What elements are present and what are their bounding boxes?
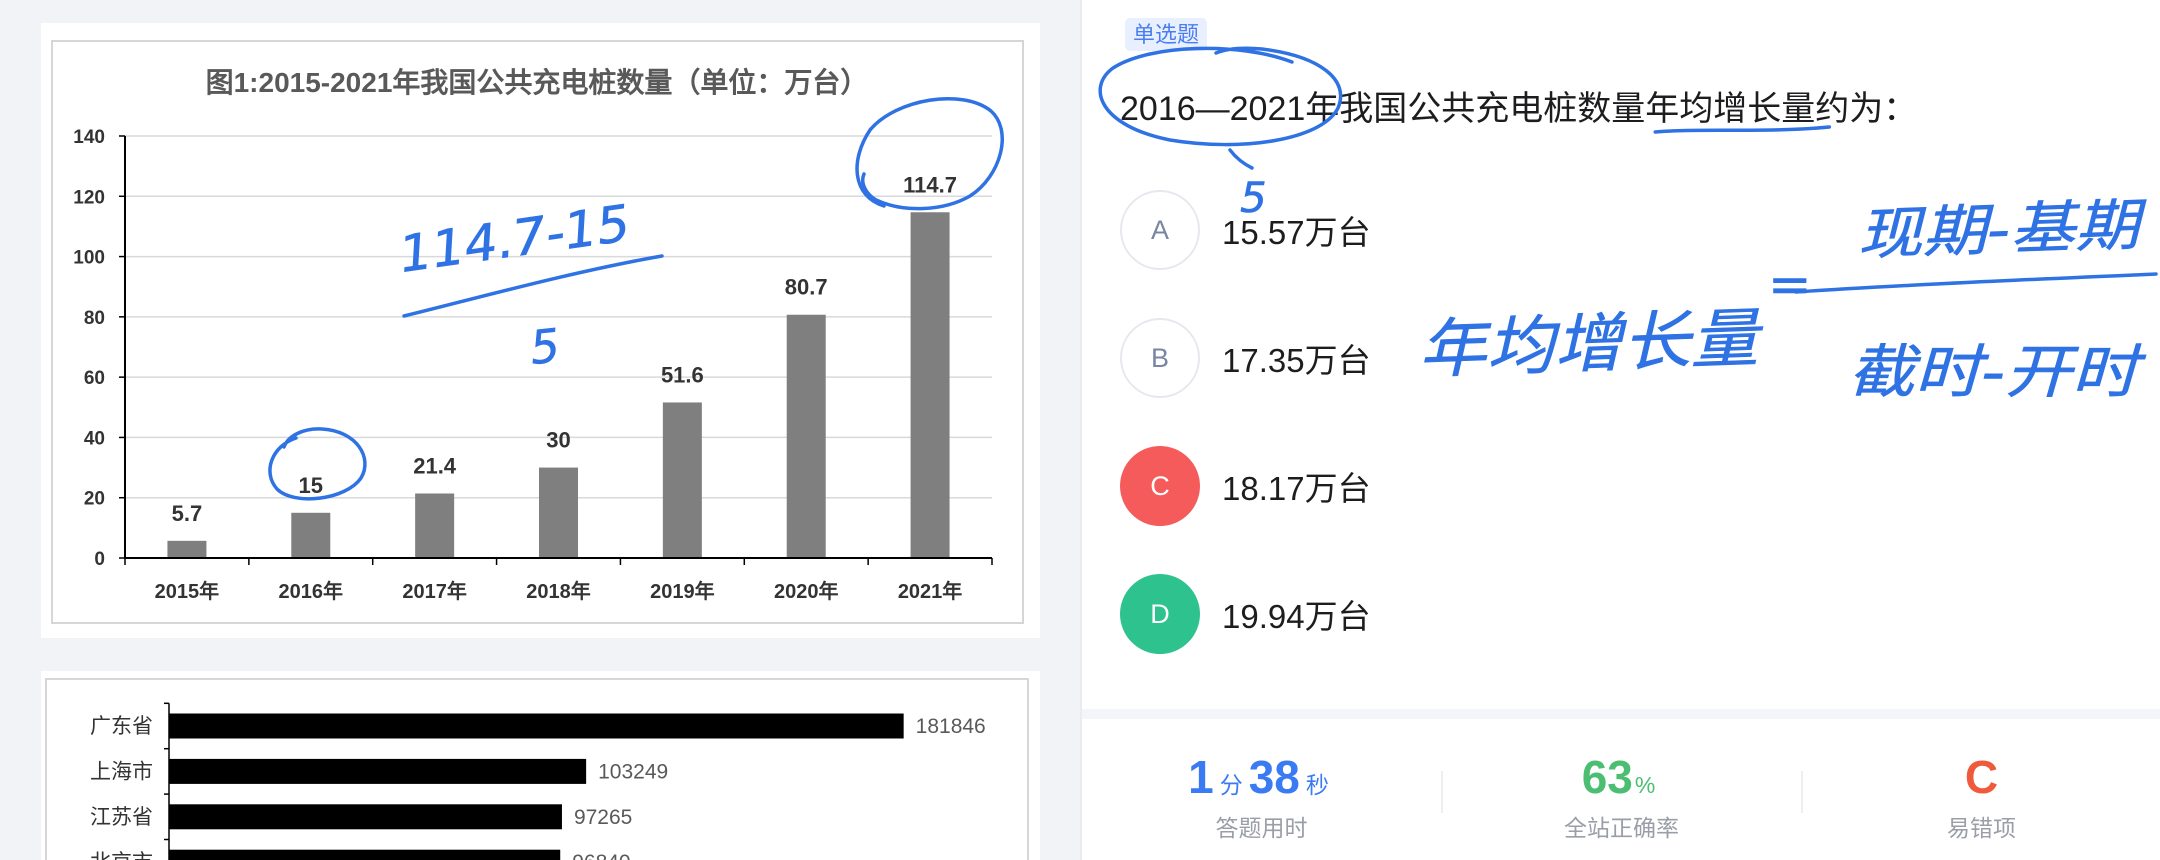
option-d-text[interactable]: 19.94万台 <box>1222 590 1371 638</box>
stat-answer-time: 1 分 38 秒 答题用时 <box>1082 740 1441 860</box>
bar <box>539 467 578 558</box>
time-seconds-unit: 秒 <box>1305 772 1329 798</box>
question-panel: 单选题 2016—2021年我国公共充电桩数量年均增长量约为： A 15.57万… <box>1080 0 2160 860</box>
bar-value-label: 21.4 <box>413 453 457 478</box>
option-c[interactable]: C 18.17万台 <box>1120 446 1371 526</box>
option-d[interactable]: D 19.94万台 <box>1120 574 1371 654</box>
section-divider <box>1082 709 2160 719</box>
figure1-frame: 图1:2015-2021年我国公共充电桩数量（单位：万台） 0 20 40 60 80 1… <box>51 40 1024 624</box>
y-tick-label: 20 <box>84 489 105 510</box>
bar <box>786 314 826 558</box>
option-a-text[interactable]: 15.57万台 <box>1222 206 1371 254</box>
bar <box>169 804 562 830</box>
stat-answer-time-label: 答题用时 <box>1215 815 1308 841</box>
option-b-circle[interactable]: B <box>1120 318 1200 398</box>
figure1-bar-chart: 图1:2015-2021年我国公共充电桩数量（单位：万台） 0 20 40 60 80 1… <box>73 66 993 603</box>
y-category-label: 广东省 <box>90 715 153 738</box>
x-category-label: 2021年 <box>898 579 963 603</box>
y-tick-label: 80 <box>84 308 105 329</box>
bar <box>167 540 207 558</box>
y-tick-label: 140 <box>73 127 105 148</box>
time-seconds: 38 <box>1248 751 1300 803</box>
y-tick-label: 40 <box>84 428 105 449</box>
stat-error-prone: C 易错项 <box>1802 740 2160 860</box>
option-c-circle[interactable]: C <box>1120 446 1200 526</box>
option-b-text[interactable]: 17.35万台 <box>1222 334 1371 382</box>
chart2-axes <box>164 702 170 860</box>
stat-accuracy-value: 63% <box>1442 750 1801 804</box>
bar-value-label: 5.7 <box>172 501 203 526</box>
bar-value-label: 51.6 <box>661 362 704 387</box>
question-type-badge: 单选题 <box>1125 18 1208 51</box>
x-category-label: 2017年 <box>402 579 467 603</box>
chart2-bars <box>169 713 904 860</box>
stat-accuracy-label: 全站正确率 <box>1564 815 1679 841</box>
y-tick-label: 100 <box>73 248 105 269</box>
bar-value-label: 15 <box>299 473 323 498</box>
figure1-card: 图1:2015-2021年我国公共充电桩数量（单位：万台） 0 20 40 60 80 1… <box>41 23 1040 638</box>
x-category-label: 2020年 <box>774 579 839 603</box>
bar-value-label: 97265 <box>574 806 632 829</box>
stat-accuracy: 63% 全站正确率 <box>1442 740 1801 860</box>
material-panel: 图1:2015-2021年我国公共充电桩数量（单位：万台） 0 20 40 60 80 1… <box>0 0 1080 860</box>
bar <box>169 713 904 739</box>
chart1-labels: 0 20 40 60 80 100 120 140 5.7 2015年 15 2016年 21.4 201… <box>73 127 962 603</box>
bar <box>415 493 455 558</box>
y-category-label: 北京市 <box>90 851 153 860</box>
x-category-label: 2018年 <box>526 579 591 603</box>
y-tick-label: 60 <box>84 368 105 389</box>
bar-value-label: 181846 <box>916 715 986 738</box>
bar-value-label: 80.7 <box>785 275 828 300</box>
option-c-text[interactable]: 18.17万台 <box>1222 462 1371 510</box>
error-prone-option: C <box>1964 751 1999 803</box>
x-category-label: 2016年 <box>279 579 344 603</box>
chart1-bars <box>167 212 950 559</box>
bar <box>291 512 331 558</box>
accuracy-percent-sign: % <box>1634 772 1656 798</box>
question-stem: 2016—2021年我国公共充电桩数量年均增长量约为： <box>1120 90 1918 128</box>
chart-title: 图1:2015-2021年我国公共充电桩数量（单位：万台） <box>206 66 869 98</box>
figure2-frame: 广东省 181846 上海市 103249 江苏省 97265 北京市 96840 <box>45 678 1029 860</box>
option-a[interactable]: A 15.57万台 <box>1120 190 1371 270</box>
bar-value-label: 114.7 <box>903 172 957 197</box>
y-category-label: 上海市 <box>90 760 153 783</box>
bar-value-label: 30 <box>546 428 570 453</box>
stat-error-prone-label: 易错项 <box>1947 815 2016 841</box>
time-minutes: 1 <box>1188 751 1214 803</box>
x-category-label: 2019年 <box>650 579 715 603</box>
accuracy-number: 63 <box>1581 751 1633 803</box>
option-b[interactable]: B 17.35万台 <box>1120 318 1371 398</box>
bar <box>910 212 950 559</box>
x-category-label: 2015年 <box>155 579 220 603</box>
stat-answer-time-value: 1 分 38 秒 <box>1082 750 1441 804</box>
bar <box>169 758 587 784</box>
time-minutes-unit: 分 <box>1219 772 1243 798</box>
stats-row: 1 分 38 秒 答题用时 63% 全站正确率 C 易错项 <box>1082 740 2160 860</box>
stat-error-prone-value: C <box>1802 750 2160 804</box>
bar-value-label: 103249 <box>598 760 668 783</box>
y-tick-label: 120 <box>73 187 105 208</box>
figure2-hbar-chart: 广东省 181846 上海市 103249 江苏省 97265 北京市 96840 <box>90 702 986 860</box>
y-tick-label: 0 <box>94 549 105 570</box>
option-a-circle[interactable]: A <box>1120 190 1200 270</box>
figure2-card: 广东省 181846 上海市 103249 江苏省 97265 北京市 96840 <box>41 671 1040 860</box>
y-category-label: 江苏省 <box>90 806 153 829</box>
bar <box>662 402 702 558</box>
option-d-circle[interactable]: D <box>1120 574 1200 654</box>
bar <box>169 849 561 860</box>
bar-value-label: 96840 <box>572 851 630 860</box>
